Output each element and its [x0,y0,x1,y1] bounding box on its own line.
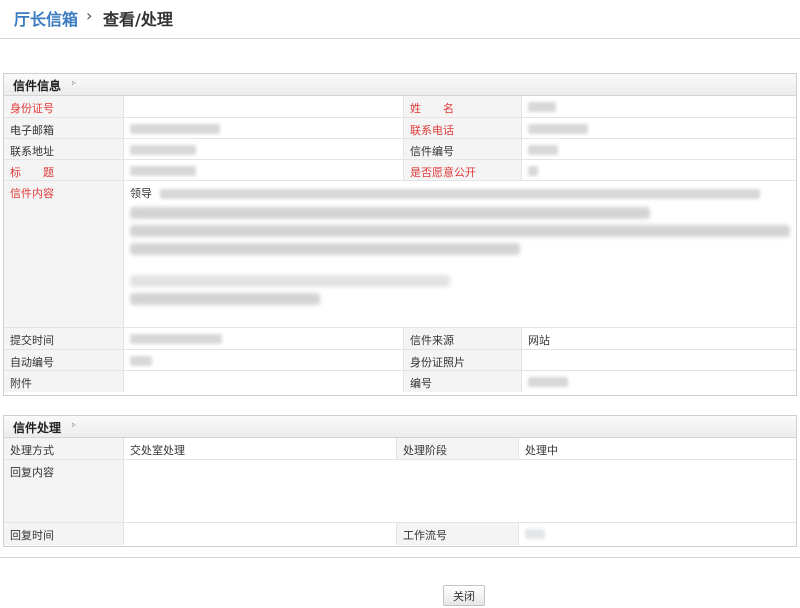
redacted-text [528,377,568,387]
content-value: 领导 [124,181,796,327]
redacted-text [130,166,196,176]
letter-info-title: 信件信息 [13,79,62,93]
process-stage-value: 处理中 [525,444,558,457]
attachment-label: 附件 [4,371,124,392]
address-value [124,139,404,159]
collapse-arrow-icon[interactable]: ▹ [72,78,76,87]
letter-process-panel-header: 信件处理 ▹ [4,416,796,438]
address-label: 联系地址 [4,139,124,159]
table-row: 联系地址 信件编号 [4,139,796,160]
id-photo-label: 身份证照片 [404,350,522,370]
number-label: 编号 [404,371,522,392]
table-row: 电子邮箱 联系电话 [4,118,796,139]
redacted-text [130,293,320,305]
email-value [124,118,404,138]
page-header: 厅长信箱 › 查看/处理 [0,0,800,39]
subject-value [124,160,404,180]
redacted-text [130,243,520,255]
workflow-number-label: 工作流号 [397,523,519,545]
breadcrumb-current: 查看/处理 [103,10,173,29]
name-value [522,96,796,117]
letter-info-panel-header: 信件信息 ▹ [4,74,796,96]
table-row: 信件内容 领导 [4,181,796,328]
breadcrumb-separator: › [86,6,93,25]
phone-value [522,118,796,138]
reply-content-value [124,460,796,522]
email-label: 电子邮箱 [4,118,124,138]
source-value: 网站 [528,334,550,347]
id-photo-value [522,350,796,370]
number-value [522,371,796,392]
id-number-value [124,96,404,117]
table-row: 处理方式 交处室处理 处理阶段 处理中 [4,438,796,460]
letter-number-label: 信件编号 [404,139,522,159]
subject-label: 标 题 [4,160,124,180]
redacted-text [130,207,650,219]
redacted-text [159,189,760,199]
auto-number-label: 自动编号 [4,350,124,370]
attachment-value[interactable] [124,371,404,392]
public-value [522,160,796,180]
redacted-text [130,275,450,287]
table-row: 标 题 是否愿意公开 [4,160,796,181]
table-row: 回复时间 工作流号 [4,523,796,545]
content-label: 信件内容 [4,181,124,327]
redacted-text [528,145,558,155]
letter-process-title: 信件处理 [13,421,62,435]
public-label: 是否愿意公开 [404,160,522,180]
redacted-text [525,529,545,539]
letter-info-panel: 信件信息 ▹ 身份证号 姓 名 电子邮箱 联系电话 联系地址 信件编号 标 题 … [3,73,797,396]
auto-number-value [124,350,404,370]
table-row: 自动编号 身份证照片 [4,350,796,371]
close-button[interactable]: 关闭 [443,585,485,606]
breadcrumb-root-link[interactable]: 厅长信箱 [14,6,78,30]
redacted-text [130,356,152,366]
reply-content-label: 回复内容 [4,460,124,522]
redacted-text [130,145,196,155]
table-row: 回复内容 [4,460,796,523]
table-row: 身份证号 姓 名 [4,96,796,118]
collapse-arrow-icon[interactable]: ▹ [72,420,76,429]
redacted-text [528,102,556,112]
letter-process-panel: 信件处理 ▹ 处理方式 交处室处理 处理阶段 处理中 回复内容 回复时间 工作流… [3,415,797,547]
workflow-number-value [519,523,796,545]
id-number-label: 身份证号 [4,96,124,117]
name-label: 姓 名 [404,96,522,117]
footer-divider [0,557,800,558]
content-lead-text: 领导 [130,187,152,200]
process-method-label: 处理方式 [4,438,124,459]
table-row: 附件 编号 [4,371,796,392]
redacted-text [130,124,220,134]
redacted-text [130,334,222,344]
phone-label: 联系电话 [404,118,522,138]
reply-time-label: 回复时间 [4,523,124,545]
letter-number-value [522,139,796,159]
source-label: 信件来源 [404,328,522,349]
submit-time-value [124,328,404,349]
redacted-text [130,225,790,237]
redacted-text [528,124,588,134]
process-method-value: 交处室处理 [124,438,397,459]
submit-time-label: 提交时间 [4,328,124,349]
reply-time-value [124,523,397,545]
table-row: 提交时间 信件来源 网站 [4,328,796,350]
process-stage-label: 处理阶段 [397,438,519,459]
redacted-text [528,166,538,176]
